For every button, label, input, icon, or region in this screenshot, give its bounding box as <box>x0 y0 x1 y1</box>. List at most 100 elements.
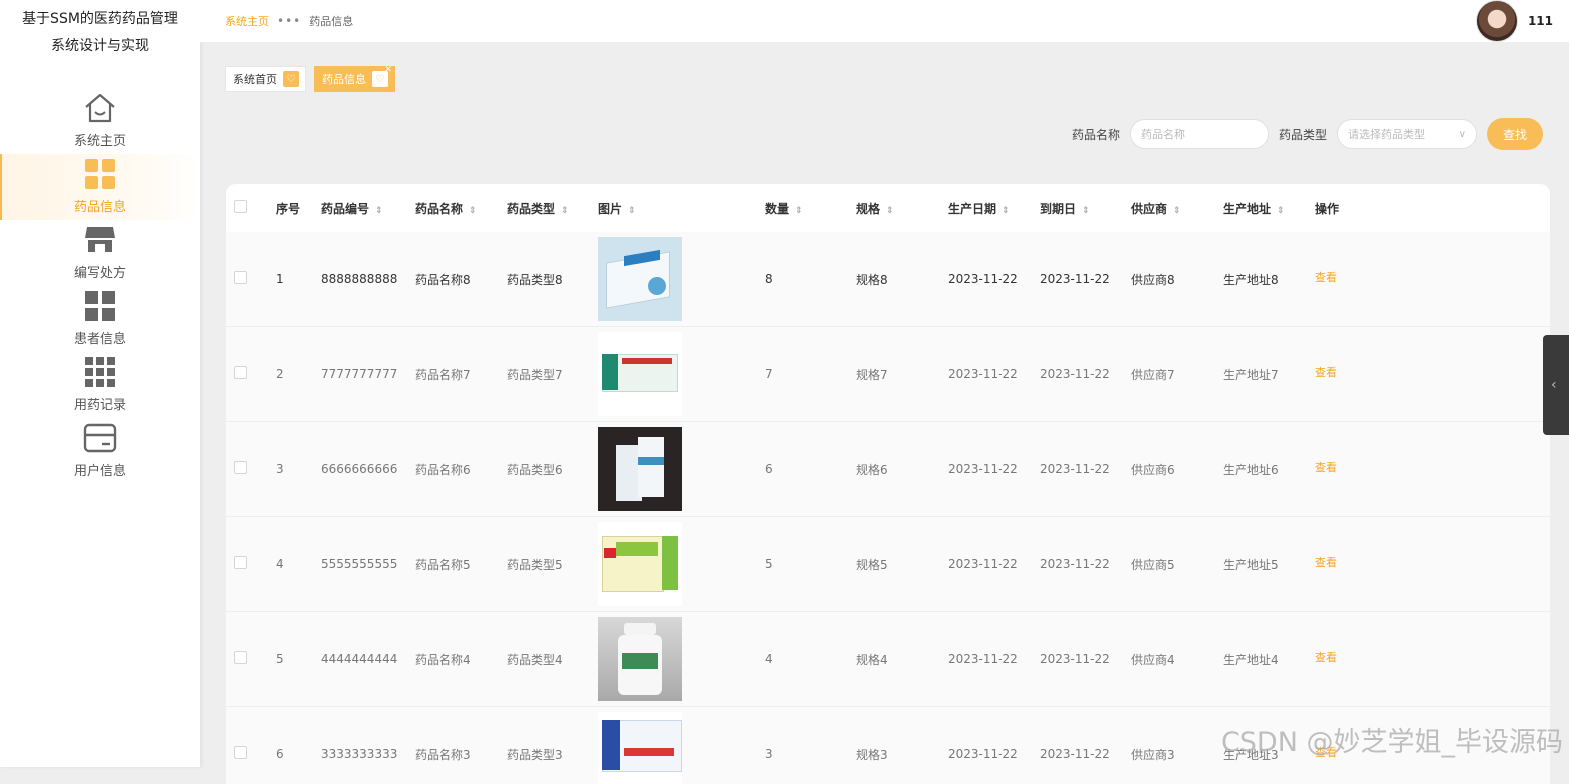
header-label: 生产日期 <box>948 201 997 216</box>
header-address[interactable]: 生产地址 ⇕ <box>1223 200 1315 217</box>
sidebar-menu: 系统主页 药品信息 编写处方 患者信息 用药记录 用户信息 <box>0 88 200 484</box>
checkbox-cell <box>226 271 272 287</box>
tab-medicine-info[interactable]: 药品信息 ♡ ✕ <box>314 65 395 92</box>
view-link[interactable]: 查看 <box>1315 271 1337 284</box>
select-all-checkbox[interactable] <box>234 200 247 213</box>
header-code[interactable]: 药品编号 ⇕ <box>321 200 415 217</box>
close-icon[interactable]: ✕ <box>384 65 392 75</box>
header-production-date[interactable]: 生产日期 ⇕ <box>948 200 1040 217</box>
table-row[interactable]: 4 5555555555 药品名称5 药品类型5 5 规格5 2023-11-2… <box>226 517 1550 612</box>
sort-icon[interactable]: ⇕ <box>1002 206 1010 216</box>
cell-spec: 规格4 <box>856 652 888 667</box>
table-row[interactable]: 3 6666666666 药品名称6 药品类型6 6 规格6 2023-11-2… <box>226 422 1550 517</box>
header-label: 图片 <box>598 201 623 216</box>
medicine-image[interactable] <box>598 617 682 701</box>
cell-spec: 规格7 <box>856 367 888 382</box>
header-actions: 操作 <box>1315 201 1340 216</box>
cell-supplier: 供应商8 <box>1131 272 1175 287</box>
tab-label: 药品信息 <box>322 73 366 86</box>
sort-icon[interactable]: ⇕ <box>1082 206 1090 216</box>
sidebar-item-patients[interactable]: 患者信息 <box>0 286 200 352</box>
medicine-image[interactable] <box>598 427 682 511</box>
table-row[interactable]: 2 7777777777 药品名称7 药品类型7 7 规格7 2023-11-2… <box>226 327 1550 422</box>
tab-home[interactable]: 系统首页 ♡ <box>225 66 306 92</box>
header-expiry-date[interactable]: 到期日 ⇕ <box>1040 200 1131 217</box>
top-bar: 系统主页 ••• 药品信息 111 <box>200 0 1569 42</box>
breadcrumb-home[interactable]: 系统主页 <box>225 13 269 29</box>
row-checkbox[interactable] <box>234 271 247 284</box>
medicine-image[interactable] <box>598 522 682 606</box>
table-header: 序号 药品编号 ⇕ 药品名称 ⇕ 药品类型 ⇕ 图片 ⇕ 数量 ⇕ 规格 ⇕ 生产日期 ⇕ 到… <box>226 184 1550 232</box>
sort-icon[interactable]: ⇕ <box>628 206 636 216</box>
sidebar-item-home[interactable]: 系统主页 <box>0 88 200 154</box>
cell-expiry-date: 2023-11-22 <box>1040 747 1110 761</box>
cell-quantity: 5 <box>765 557 773 571</box>
sidebar-item-medication-records[interactable]: 用药记录 <box>0 352 200 418</box>
cell-production-date: 2023-11-22 <box>948 747 1018 761</box>
cell-actions: 查看 <box>1315 651 1395 667</box>
row-checkbox[interactable] <box>234 746 247 759</box>
type-select[interactable]: 请选择药品类型 ∨ <box>1337 119 1477 149</box>
user-menu[interactable]: 111 <box>1475 0 1553 42</box>
side-panel-toggle[interactable]: ‹ <box>1543 335 1569 435</box>
sidebar-item-medicine-info[interactable]: 药品信息 <box>0 154 200 220</box>
sort-icon[interactable]: ⇕ <box>795 206 803 216</box>
cell-image <box>598 712 765 784</box>
cell-supplier: 供应商6 <box>1131 462 1175 477</box>
header-label: 药品编号 <box>321 201 370 216</box>
row-checkbox[interactable] <box>234 651 247 664</box>
apps-icon <box>85 291 115 321</box>
header-name[interactable]: 药品名称 ⇕ <box>415 200 507 217</box>
row-checkbox[interactable] <box>234 366 247 379</box>
cell-type: 药品类型4 <box>507 652 563 667</box>
cell-index: 2 <box>276 367 284 381</box>
cell-expiry-date: 2023-11-22 <box>1040 367 1110 381</box>
header-label: 生产地址 <box>1223 201 1272 216</box>
row-checkbox[interactable] <box>234 556 247 569</box>
header-spec[interactable]: 规格 ⇕ <box>856 200 948 217</box>
tab-strip: 系统首页 ♡ 药品信息 ♡ ✕ <box>225 65 395 92</box>
cell-expiry-date: 2023-11-22 <box>1040 652 1110 666</box>
cell-quantity: 4 <box>765 652 773 666</box>
view-link[interactable]: 查看 <box>1315 461 1337 474</box>
header-type[interactable]: 药品类型 ⇕ <box>507 200 598 217</box>
header-quantity[interactable]: 数量 ⇕ <box>765 200 856 217</box>
sidebar-item-users[interactable]: 用户信息 <box>0 418 200 484</box>
view-link[interactable]: 查看 <box>1315 556 1337 569</box>
sort-icon[interactable]: ⇕ <box>1173 206 1181 216</box>
username[interactable]: 111 <box>1528 14 1553 28</box>
sort-icon[interactable]: ⇕ <box>375 206 383 216</box>
header-supplier[interactable]: 供应商 ⇕ <box>1131 200 1223 217</box>
cell-image <box>598 332 765 416</box>
cell-image <box>598 617 765 701</box>
sort-icon[interactable]: ⇕ <box>469 206 477 216</box>
table-row[interactable]: 5 4444444444 药品名称4 药品类型4 4 规格4 2023-11-2… <box>226 612 1550 707</box>
name-search-input[interactable]: 药品名称 <box>1129 119 1269 149</box>
cell-index: 6 <box>276 747 284 761</box>
medicine-table: 序号 药品编号 ⇕ 药品名称 ⇕ 药品类型 ⇕ 图片 ⇕ 数量 ⇕ 规格 ⇕ 生产日期 ⇕ 到… <box>226 184 1550 784</box>
medicine-image[interactable] <box>598 712 682 784</box>
cell-index: 1 <box>276 272 284 286</box>
search-button[interactable]: 查找 <box>1487 118 1543 150</box>
header-image[interactable]: 图片 ⇕ <box>598 200 765 217</box>
cell-name: 药品名称7 <box>415 367 471 382</box>
sidebar-item-prescription[interactable]: 编写处方 <box>0 220 200 286</box>
sidebar-item-label: 药品信息 <box>73 200 126 215</box>
tab-label: 系统首页 <box>233 73 277 86</box>
cell-address: 生产地址4 <box>1223 652 1279 667</box>
card-icon <box>83 423 117 453</box>
sort-icon[interactable]: ⇕ <box>1277 206 1285 216</box>
heart-icon: ♡ <box>283 71 299 87</box>
view-link[interactable]: 查看 <box>1315 651 1337 664</box>
cell-production-date: 2023-11-22 <box>948 272 1018 286</box>
row-checkbox[interactable] <box>234 461 247 474</box>
header-label: 药品名称 <box>415 201 464 216</box>
medicine-image[interactable] <box>598 332 682 416</box>
avatar[interactable] <box>1475 0 1518 42</box>
grid-icon <box>85 159 115 189</box>
sort-icon[interactable]: ⇕ <box>886 206 894 216</box>
sort-icon[interactable]: ⇕ <box>561 206 569 216</box>
table-row[interactable]: 1 8888888888 药品名称8 药品类型8 8 规格8 2023-11-2… <box>226 232 1550 327</box>
medicine-image[interactable] <box>598 237 682 321</box>
view-link[interactable]: 查看 <box>1315 366 1337 379</box>
